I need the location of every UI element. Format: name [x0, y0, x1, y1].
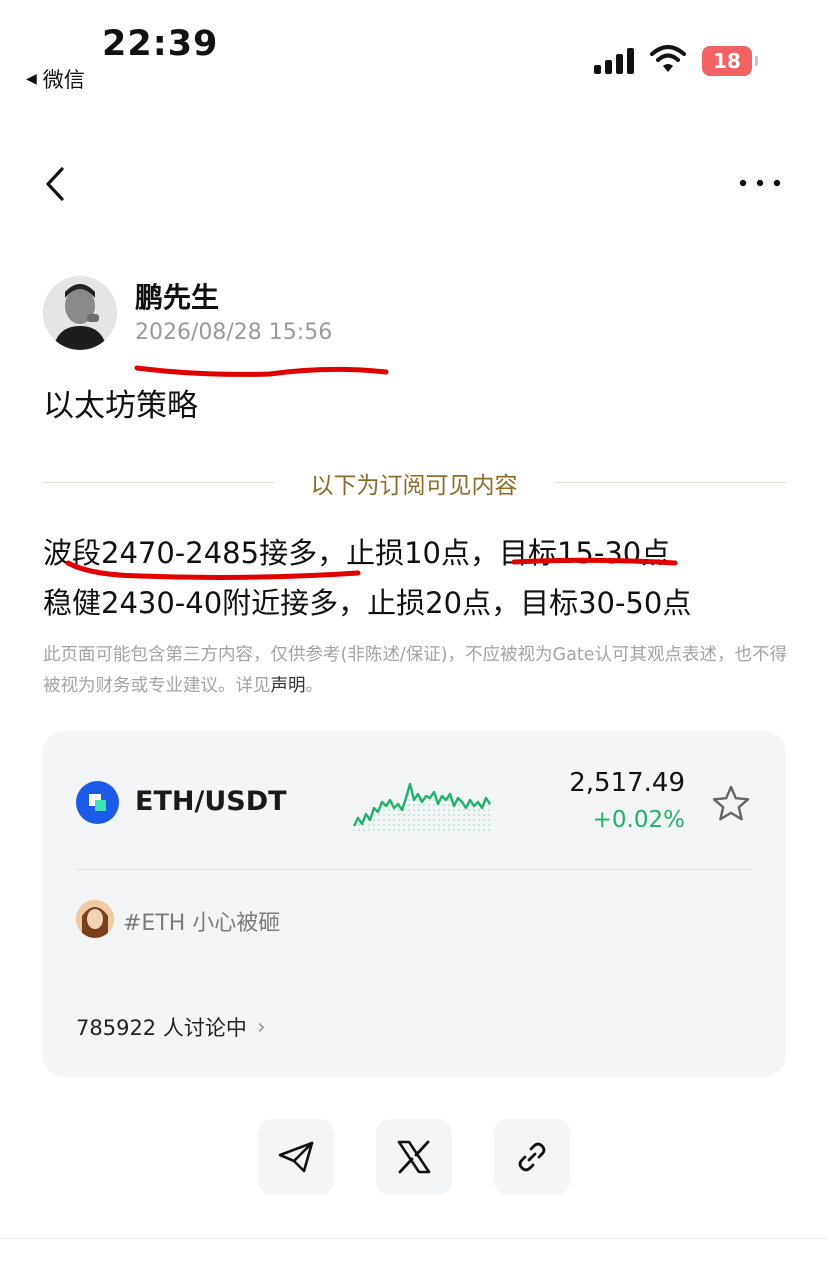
red-underline-annotations	[65, 365, 678, 580]
sparkline-chart	[352, 782, 491, 834]
eth-coin-icon	[76, 781, 119, 824]
bottom-divider	[0, 1238, 828, 1239]
chevron-right-icon: ›	[256, 1014, 266, 1040]
price-change: +0.02%	[592, 807, 685, 833]
share-telegram-button[interactable]	[258, 1119, 334, 1195]
disclaimer: 此页面可能包含第三方内容，仅供参考(非陈述/保证)，不应被视为Gate认可其观点…	[43, 645, 787, 696]
price-value: 2,517.49	[569, 768, 685, 798]
link-icon	[518, 1142, 546, 1172]
card-divider	[76, 869, 752, 870]
tag-avatar	[76, 900, 114, 938]
disclaimer-link[interactable]: 声明	[271, 676, 306, 696]
topic-tag[interactable]: #ETH 小心被砸	[123, 905, 280, 937]
copy-link-button[interactable]	[494, 1119, 570, 1195]
x-icon	[397, 1140, 431, 1174]
favorite-star-icon[interactable]	[711, 784, 751, 824]
trading-pair: ETH/USDT	[135, 786, 287, 817]
share-x-button[interactable]	[376, 1119, 452, 1195]
telegram-icon	[278, 1141, 314, 1173]
discussion-count: 785922 人讨论中	[76, 1016, 247, 1040]
discussion-link[interactable]: 785922 人讨论中 ›	[76, 1012, 266, 1042]
